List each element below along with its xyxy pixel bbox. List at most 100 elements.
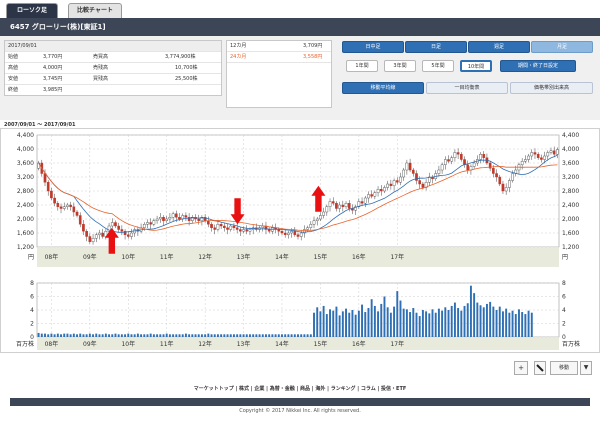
- candle: [546, 152, 550, 157]
- volume-bar: [377, 311, 380, 337]
- volume-bar: [66, 333, 69, 337]
- volume-bar: [329, 309, 331, 337]
- volume-bar: [194, 334, 197, 337]
- footer-link[interactable]: ランキング: [331, 386, 356, 392]
- volume-bar: [469, 285, 472, 337]
- volume-bar: [466, 303, 469, 337]
- candle: [152, 220, 156, 225]
- volume-bar: [479, 305, 482, 337]
- footer-link[interactable]: 為替・金融: [270, 386, 295, 392]
- ohlc-box: 2017/09/01 始値 3,770円 売買高 3,774,900株 高値 4…: [4, 40, 222, 96]
- y-tick-label: 4,000: [17, 146, 34, 153]
- interval-monthly-button[interactable]: 月足: [531, 41, 593, 53]
- candle: [94, 234, 98, 239]
- volume-bar: [335, 306, 338, 337]
- candle: [62, 206, 66, 209]
- interval-daily-button[interactable]: 日足: [405, 41, 467, 53]
- interval-weekly-button[interactable]: 週足: [468, 41, 530, 53]
- volume-x-tick-label: 11年: [160, 340, 174, 348]
- volume-bar: [245, 334, 248, 337]
- moving-average-button[interactable]: 移動平均線: [342, 82, 424, 94]
- footer-link[interactable]: 株式: [239, 386, 249, 392]
- footer-link[interactable]: 企業: [254, 386, 264, 392]
- volume-bar: [453, 302, 456, 337]
- info-label: 買残高: [93, 76, 109, 82]
- info-date: 2017/09/01: [8, 43, 37, 49]
- volume-bar: [425, 311, 428, 337]
- candle: [383, 187, 386, 192]
- volume-bar: [485, 303, 488, 337]
- info-label: 終値: [8, 87, 19, 93]
- volume-bar: [261, 334, 264, 337]
- range-10y-button[interactable]: 10年間: [460, 60, 492, 72]
- candle: [363, 197, 367, 204]
- candle: [114, 222, 117, 227]
- volume-unit-label-right: 百万株: [562, 340, 580, 348]
- info-label: 安値: [8, 76, 19, 82]
- footer-link[interactable]: コラム: [361, 386, 376, 392]
- candle: [472, 162, 476, 167]
- candle: [389, 183, 393, 186]
- volume-bar: [88, 333, 91, 337]
- zoom-in-button[interactable]: +: [514, 361, 528, 375]
- stock-chart[interactable]: 1,200 1,200 1,600 1,600 2,000 2,000 2,400 2,400…: [1, 129, 599, 352]
- candle: [219, 224, 223, 227]
- candle: [91, 238, 95, 242]
- y-tick-label: 3,200: [17, 174, 34, 181]
- move-mode-select[interactable]: 移動: [550, 361, 578, 375]
- info-row: 安値 3,745円 買残高 25,500株: [5, 74, 221, 85]
- chart-panel: 1,200 1,200 1,600 1,600 2,000 2,000 2,400 2,400…: [0, 128, 600, 353]
- range-3y-button[interactable]: 3年間: [384, 60, 416, 72]
- tab-comparison-chart[interactable]: 比較チャート: [68, 3, 122, 18]
- volume-bar: [521, 312, 524, 337]
- footer-link[interactable]: 海外: [315, 386, 325, 392]
- range-1y-button[interactable]: 1年間: [346, 60, 378, 72]
- footer-link[interactable]: 商品: [300, 386, 310, 392]
- volume-bar: [383, 296, 386, 337]
- candle: [520, 161, 524, 165]
- candle: [184, 215, 188, 218]
- info-value: 10,700株: [175, 65, 198, 71]
- chevron-down-icon[interactable]: ▼: [580, 361, 592, 375]
- volume-bar: [511, 310, 514, 337]
- candle: [495, 173, 498, 178]
- ichimoku-button[interactable]: 一目均衡表: [426, 82, 508, 94]
- volume-bar: [380, 303, 383, 337]
- interval-intraday-button[interactable]: 日中足: [342, 41, 404, 53]
- candle: [110, 222, 114, 227]
- volume-bar: [367, 307, 370, 337]
- candle: [501, 183, 505, 192]
- footer-link[interactable]: 投信・ETF: [381, 386, 406, 392]
- x-tick-label: 13年: [237, 253, 251, 261]
- range-5y-button[interactable]: 5年間: [422, 60, 454, 72]
- volume-bar: [85, 334, 88, 337]
- footer-link[interactable]: マーケットトップ: [194, 386, 234, 392]
- volume-bar: [316, 307, 319, 337]
- candle: [399, 176, 402, 183]
- candle: [155, 218, 159, 221]
- volume-bar: [40, 333, 43, 337]
- volume-bar: [136, 333, 139, 337]
- candle: [43, 173, 47, 183]
- x-tick-label: 14年: [275, 253, 289, 261]
- volume-bar: [37, 332, 40, 337]
- candle: [245, 229, 249, 232]
- volume-x-tick-label: 10年: [121, 340, 135, 348]
- volume-bar: [354, 314, 357, 337]
- candle: [207, 220, 210, 225]
- volume-bar: [405, 309, 408, 337]
- copyright: Copyright © 2017 Nikkei Inc. All rights …: [239, 408, 361, 414]
- volume-bar: [527, 310, 530, 337]
- candle: [165, 218, 169, 221]
- candle: [69, 204, 72, 207]
- y-tick-label-right: 2,800: [562, 188, 579, 195]
- tab-candlestick[interactable]: ローソク足: [6, 3, 58, 18]
- volume-profile-button[interactable]: 価格帯別出来高: [510, 82, 593, 94]
- info-value: 3,774,900株: [165, 54, 196, 60]
- candle: [53, 197, 56, 204]
- x-tick-label: 15年: [314, 253, 328, 261]
- pencil-icon[interactable]: [534, 361, 546, 375]
- candle: [440, 164, 444, 171]
- period-end-date-button[interactable]: 期間・終了日設定: [500, 60, 576, 72]
- volume-bar: [258, 334, 261, 337]
